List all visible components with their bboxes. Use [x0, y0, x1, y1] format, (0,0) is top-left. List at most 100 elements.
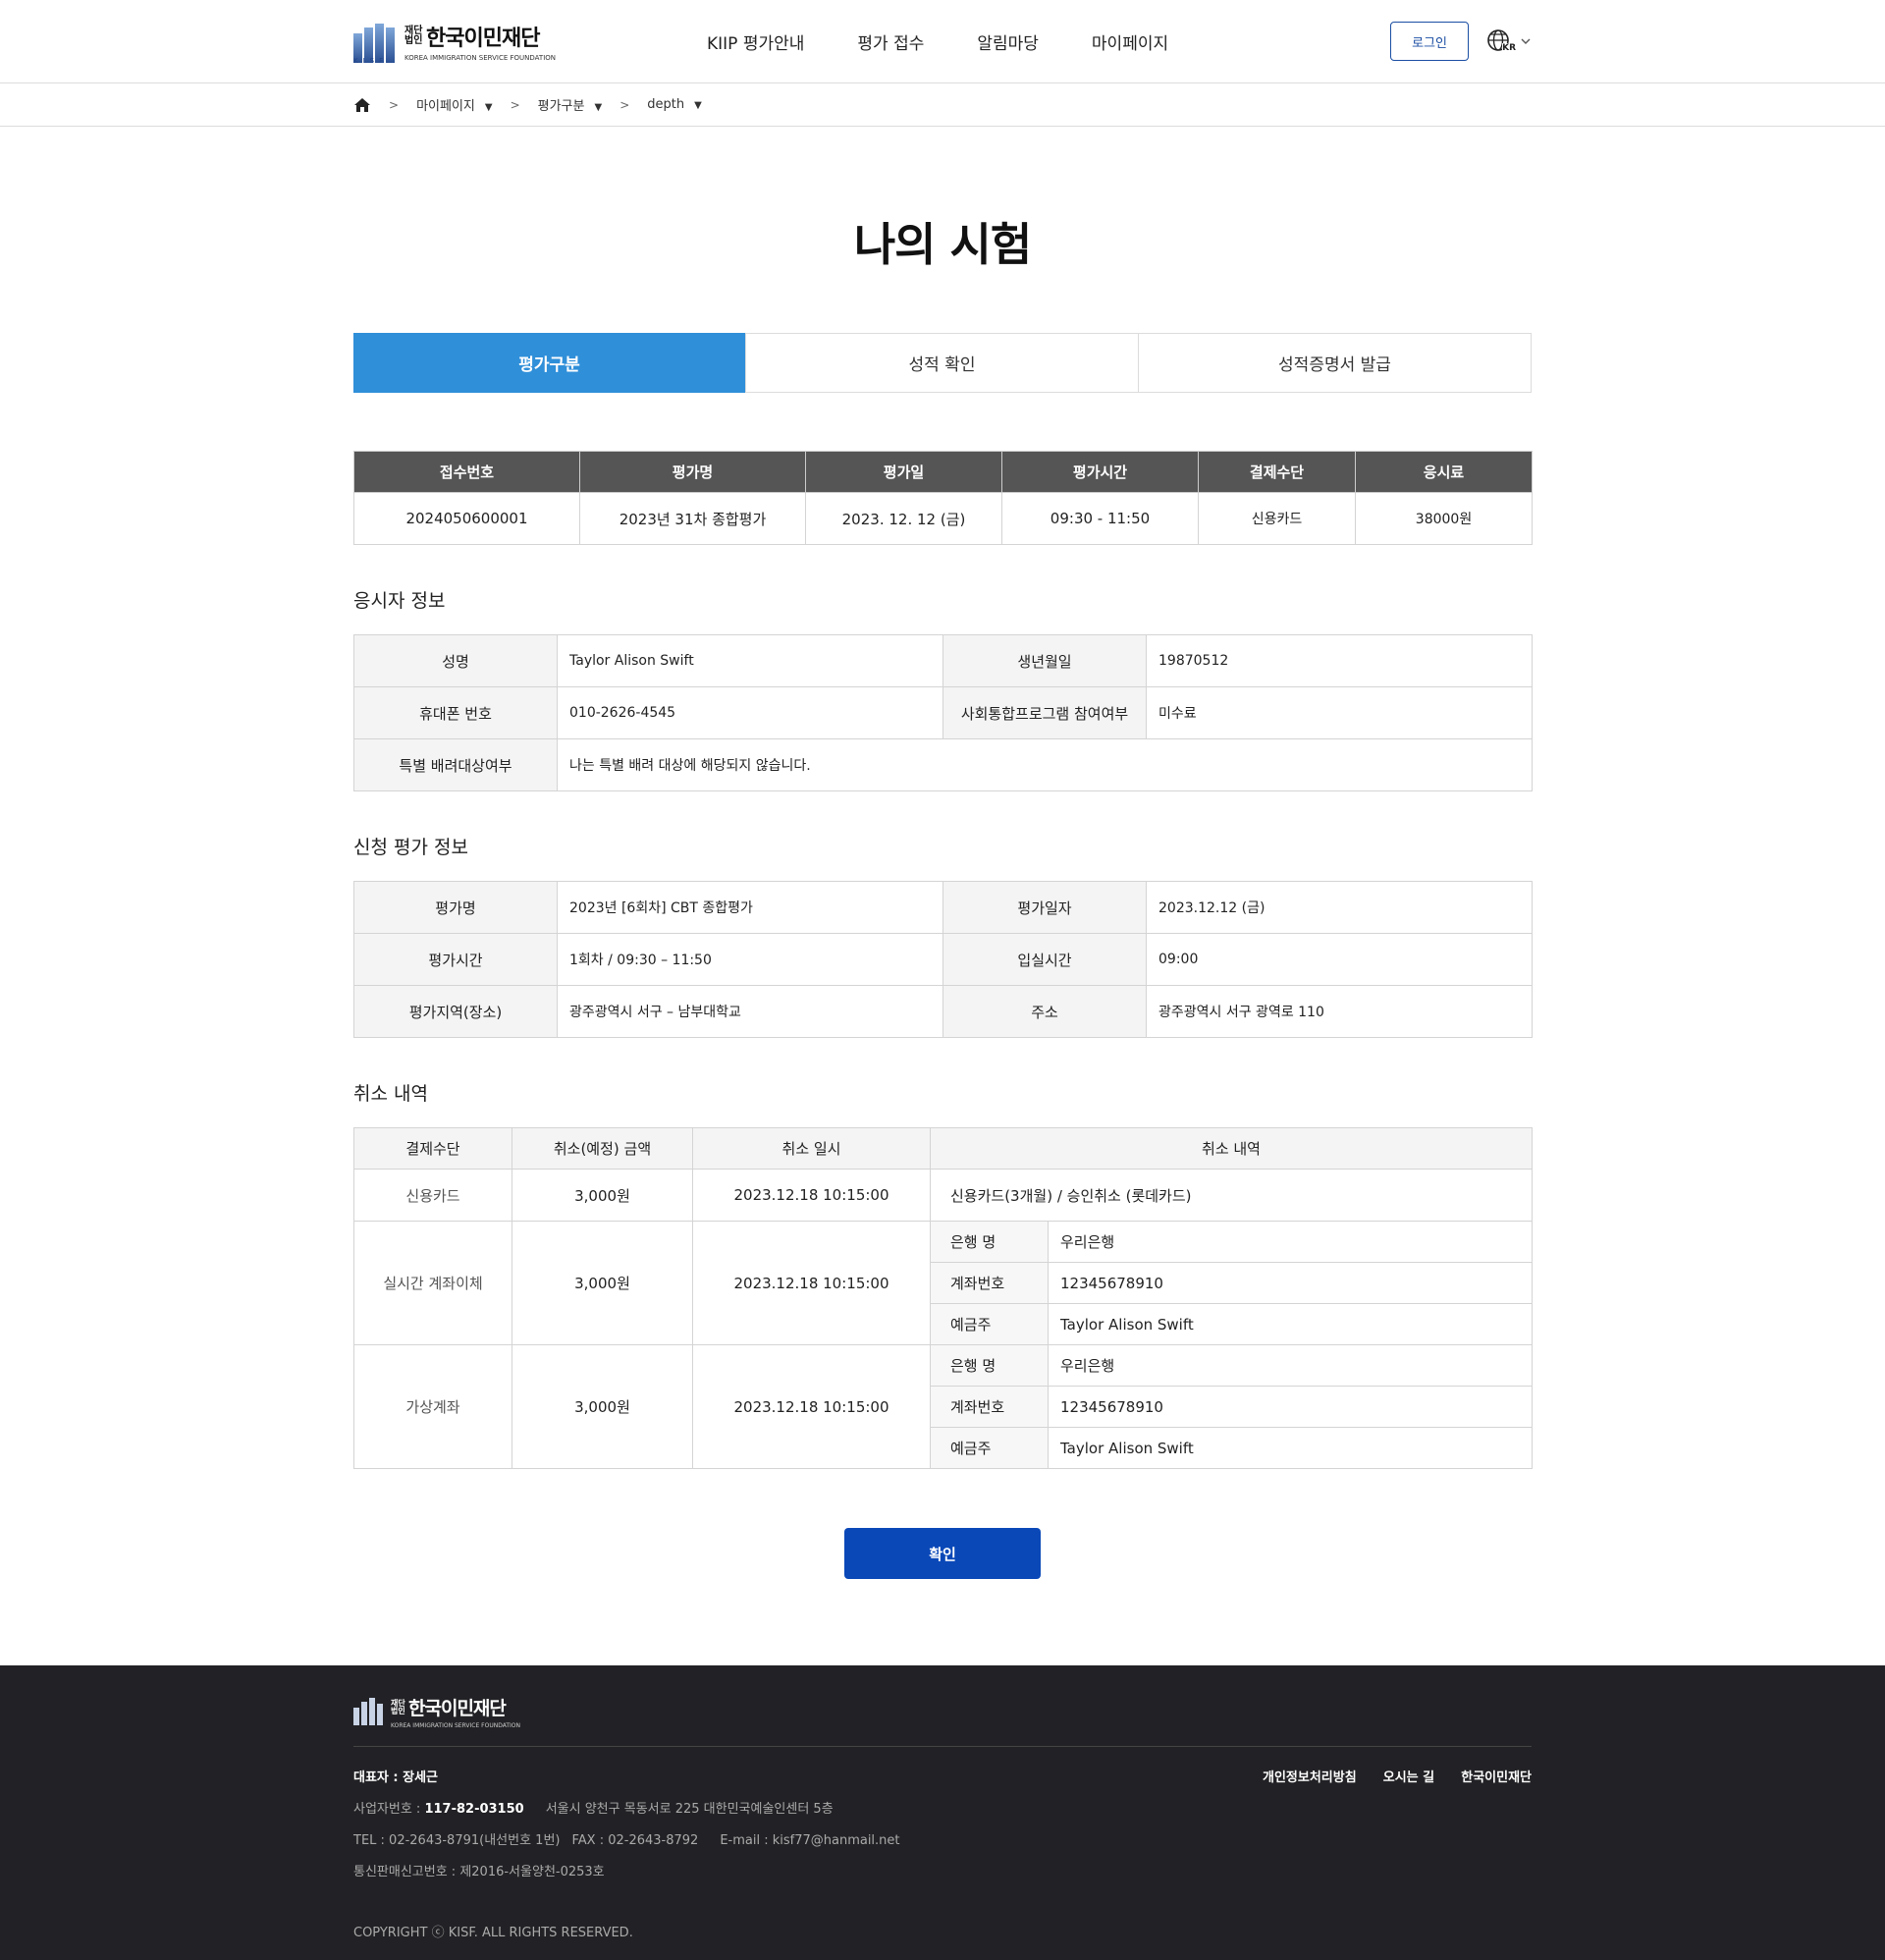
login-button[interactable]: 로그인: [1390, 22, 1470, 61]
bank-value: 우리은행: [1048, 1221, 1533, 1263]
cancel-amount: 3,000원: [512, 1221, 693, 1345]
foundation-link[interactable]: 한국이민재단: [1461, 1770, 1532, 1785]
table-header-row: 접수번호 평가명 평가일 평가시간 결제수단 응시료: [353, 451, 1533, 493]
footer-links: 개인정보처리방침 오시는 길 한국이민재단: [1241, 1767, 1532, 1892]
cancel-amount: 3,000원: [512, 1344, 693, 1469]
caret-down-icon: ▼: [694, 100, 702, 111]
name-value: Taylor Alison Swift: [557, 634, 943, 687]
table-row: 성명 Taylor Alison Swift 생년월일 19870512: [353, 634, 1533, 687]
holder-value: Taylor Alison Swift: [1048, 1427, 1533, 1469]
privacy-policy-link[interactable]: 개인정보처리방침: [1263, 1770, 1357, 1785]
logo-subtitle: KOREA IMMIGRATION SERVICE FOUNDATION: [404, 54, 557, 62]
breadcrumb: > 마이페이지 ▼ > 평가구분 ▼ > depth ▼: [0, 83, 1885, 127]
exam-time-label: 평가시간: [353, 933, 558, 986]
logo-name: 한국이민재단: [408, 1698, 507, 1719]
cancel-datetime: 2023.12.18 10:15:00: [692, 1221, 931, 1345]
cancel-method: 신용카드: [353, 1169, 512, 1222]
confirm-button[interactable]: 확인: [844, 1528, 1041, 1579]
logo-kisf-text: KISF: [353, 57, 389, 65]
footer-divider: [353, 1746, 1532, 1747]
table-row: 평가명 2023년 [6회차] CBT 종합평가 평가일자 2023.12.12…: [353, 881, 1533, 934]
contact-info: TEL : 02-2643-8791(내선번호 1번) FAX : 02-2643…: [353, 1833, 900, 1848]
tab-score-check[interactable]: 성적 확인: [745, 334, 1138, 392]
holder-value: Taylor Alison Swift: [1048, 1303, 1533, 1345]
copyright: COPYRIGHT ⓒ KISF. ALL RIGHTS RESERVED.: [353, 1926, 633, 1940]
address-label: 주소: [942, 985, 1147, 1038]
nav-kiip-guide[interactable]: KIIP 평가안내: [707, 29, 804, 54]
logo-small-text: 재단 법인: [391, 1698, 405, 1715]
birth-label: 생년월일: [942, 634, 1147, 687]
cancel-datetime: 2023.12.18 10:15:00: [692, 1344, 931, 1469]
exam-name-value: 2023년 [6회차] CBT 종합평가: [557, 881, 943, 934]
tab-certificate[interactable]: 성적증명서 발급: [1138, 334, 1531, 392]
exam-section-title: 신청 평가 정보: [353, 837, 468, 858]
logo-mark-icon: [353, 1698, 383, 1725]
logo-mark-icon: KISF: [353, 20, 397, 65]
birth-value: 19870512: [1146, 634, 1533, 687]
receipt-number: 2024050600001: [353, 492, 580, 545]
column-header: 평가시간: [1001, 451, 1199, 493]
column-header: 결제수단: [353, 1127, 512, 1170]
page-title: 나의 시험: [853, 218, 1032, 271]
representative: 대표자 : 장세근: [353, 1770, 439, 1785]
footer-logo[interactable]: 재단 법인 한국이민재단 KOREA IMMIGRATION SERVICE F…: [353, 1697, 1532, 1729]
home-icon[interactable]: [353, 97, 371, 113]
nav-exam-apply[interactable]: 평가 접수: [857, 29, 924, 54]
language-label: KR: [1502, 43, 1516, 53]
table-row: 신용카드 3,000원 2023.12.18 10:15:00 신용카드(3개월…: [353, 1169, 1533, 1222]
name-label: 성명: [353, 634, 558, 687]
nav-mypage[interactable]: 마이페이지: [1092, 29, 1168, 54]
special-value: 나는 특별 배려 대상에 해당되지 않습니다.: [557, 738, 1533, 791]
column-header: 취소(예정) 금액: [512, 1127, 693, 1170]
logo-small-text: 재단 법인: [404, 26, 423, 46]
exam-time: 09:30 - 11:50: [1001, 492, 1199, 545]
breadcrumb-item-category[interactable]: 평가구분 ▼: [538, 95, 603, 114]
breadcrumb-item-mypage[interactable]: 마이페이지 ▼: [416, 95, 493, 114]
exam-fee: 38000원: [1355, 492, 1533, 545]
entry-time-label: 입실시간: [942, 933, 1147, 986]
logo-name: 한국이민재단: [426, 27, 540, 51]
cancel-detail: 신용카드(3개월) / 승인취소 (롯데카드): [930, 1169, 1533, 1222]
table-row: 가상계좌 3,000원 2023.12.18 10:15:00 은행 명 우리은…: [353, 1344, 1533, 1469]
special-label: 특별 배려대상여부: [353, 738, 558, 791]
column-header: 취소 내역: [930, 1127, 1533, 1170]
language-selector[interactable]: KR: [1486, 28, 1532, 54]
main-nav: KIIP 평가안내 평가 접수 알림마당 마이페이지: [707, 29, 1221, 54]
table-row: 평가지역(장소) 광주광역시 서구 – 남부대학교 주소 광주광역시 서구 광역…: [353, 985, 1533, 1038]
mail-order-number: 통신판매신고번호 : 제2016-서울양천-0253호: [353, 1865, 605, 1879]
exam-info-table: 평가명 2023년 [6회차] CBT 종합평가 평가일자 2023.12.12…: [353, 881, 1533, 1038]
table-row: 2024050600001 2023년 31차 종합평가 2023. 12. 1…: [353, 492, 1533, 545]
nav-notice[interactable]: 알림마당: [977, 29, 1039, 54]
main-content: 나의 시험 평가구분 성적 확인 성적증명서 발급 접수번호 평가명 평가일 평…: [353, 209, 1533, 1579]
cancel-history-table: 결제수단 취소(예정) 금액 취소 일시 취소 내역 신용카드 3,000원 2…: [353, 1127, 1533, 1469]
cancel-amount: 3,000원: [512, 1169, 693, 1222]
payment-method: 신용카드: [1198, 492, 1356, 545]
holder-label: 예금주: [930, 1427, 1049, 1469]
table-row: 휴대폰 번호 010-2626-4545 사회통합프로그램 참여여부 미수료: [353, 686, 1533, 739]
breadcrumb-item-depth[interactable]: depth ▼: [647, 97, 702, 112]
column-header: 평가명: [579, 451, 806, 493]
tab-exam-category[interactable]: 평가구분: [353, 333, 745, 393]
logo-subtitle: KOREA IMMIGRATION SERVICE FOUNDATION: [391, 1722, 521, 1729]
applicant-section-title: 응시자 정보: [353, 590, 446, 612]
phone-value: 010-2626-4545: [557, 686, 943, 739]
program-value: 미수료: [1146, 686, 1533, 739]
breadcrumb-separator-icon: >: [619, 97, 630, 112]
column-header: 취소 일시: [692, 1127, 931, 1170]
caret-down-icon: ▼: [594, 102, 603, 113]
breadcrumb-separator-icon: >: [389, 97, 400, 112]
column-header: 접수번호: [353, 451, 580, 493]
program-label: 사회통합프로그램 참여여부: [942, 686, 1147, 739]
table-row: 실시간 계좌이체 3,000원 2023.12.18 10:15:00 은행 명…: [353, 1221, 1533, 1345]
column-header: 결제수단: [1198, 451, 1356, 493]
site-footer: 재단 법인 한국이민재단 KOREA IMMIGRATION SERVICE F…: [0, 1665, 1885, 1960]
exam-date: 2023. 12. 12 (금): [805, 492, 1002, 545]
account-value: 12345678910: [1048, 1262, 1533, 1304]
directions-link[interactable]: 오시는 길: [1383, 1770, 1434, 1785]
phone-label: 휴대폰 번호: [353, 686, 558, 739]
account-value: 12345678910: [1048, 1386, 1533, 1428]
bank-label: 은행 명: [930, 1221, 1049, 1263]
site-logo[interactable]: KISF 재단 법인 한국이민재단 KOREA IMMIGRATION SERV…: [353, 20, 569, 65]
exam-time-value: 1회차 / 09:30 – 11:50: [557, 933, 943, 986]
column-header: 평가일: [805, 451, 1002, 493]
